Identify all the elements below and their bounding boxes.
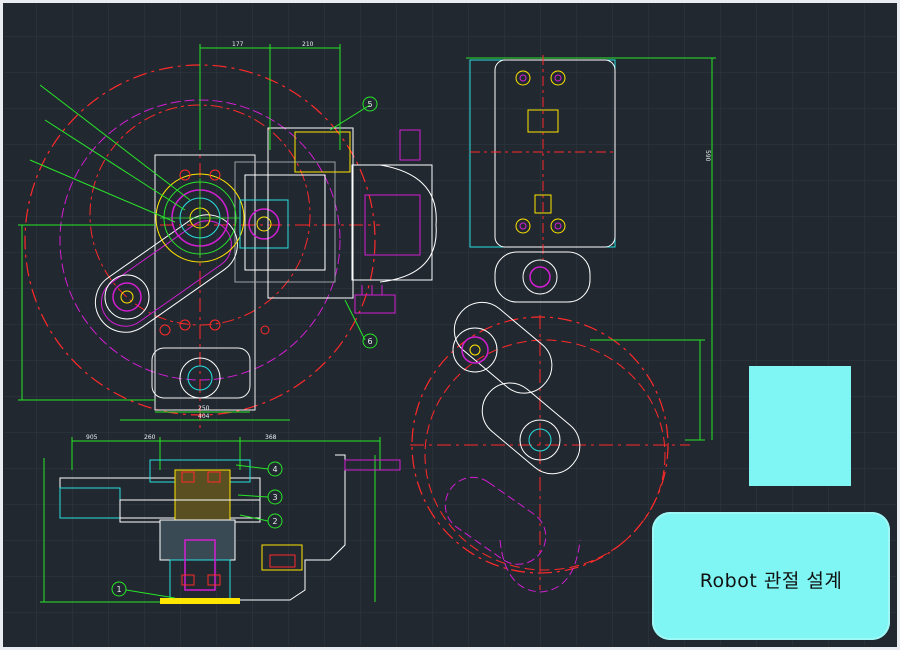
cyan-block <box>749 366 851 486</box>
dim-bottom-a: 250 <box>198 405 210 412</box>
title-note-box: Robot 관절 설계 <box>652 512 890 640</box>
svg-text:4: 4 <box>272 465 277 474</box>
dim-top-b: 210 <box>302 41 314 48</box>
dim-right-a: 590 <box>704 150 711 162</box>
svg-text:5: 5 <box>367 100 372 109</box>
svg-text:3: 3 <box>272 493 277 502</box>
dim-side-a: 905 <box>86 434 98 441</box>
dim-side-c: 368 <box>265 434 277 441</box>
svg-text:2: 2 <box>272 517 277 526</box>
title-note-text: Robot 관절 설계 <box>699 570 843 592</box>
dim-side-b: 260 <box>144 434 156 441</box>
svg-text:1: 1 <box>116 585 121 594</box>
dim-bottom-b: 404 <box>198 413 210 420</box>
dim-top-a: 177 <box>232 41 244 48</box>
svg-text:6: 6 <box>367 337 372 346</box>
